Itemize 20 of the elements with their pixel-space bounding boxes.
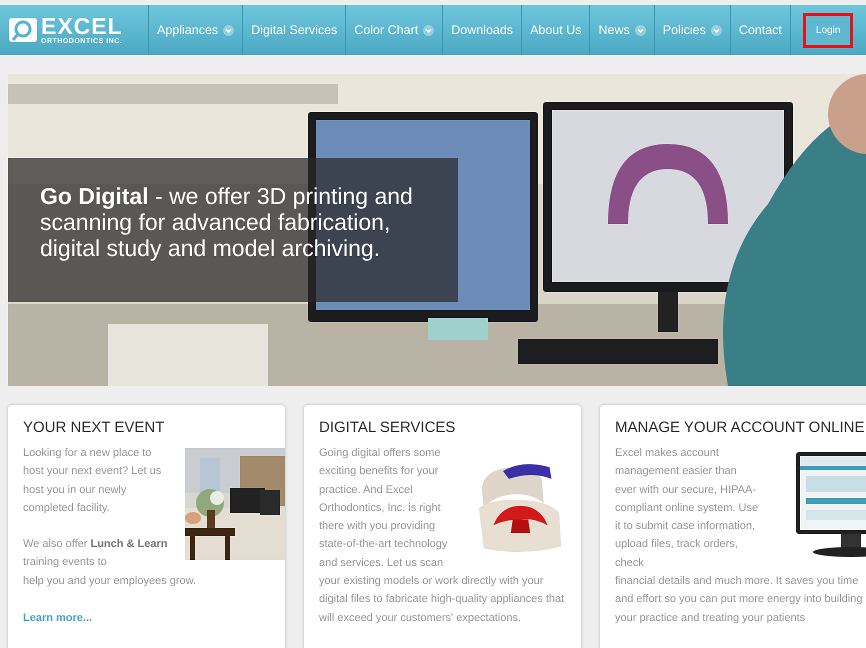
- nav-item[interactable]: Color Chart: [346, 5, 444, 55]
- card-title: YOUR NEXT EVENT: [23, 419, 166, 436]
- nav-item[interactable]: Policies: [654, 5, 731, 55]
- card-text: help you and your employees grow.: [23, 574, 198, 589]
- logo-name: EXCEL: [41, 15, 123, 38]
- nav-item[interactable]: Contact: [730, 5, 791, 55]
- card-text: financial details and much more. It saves you time and effort so you can put more energy into building your practice and treating your patients: [615, 574, 864, 626]
- nav-item[interactable]: About Us: [522, 5, 590, 55]
- nav-item[interactable]: News: [590, 5, 655, 55]
- card-text: your existing models or work directly with your digital files to fabricate high-quality appliances that will exceed your customers' expectations.: [319, 574, 566, 626]
- nav-item[interactable]: Digital Services: [243, 5, 346, 55]
- hero-caption: Go Digital - we offer 3D printing and scanning for advanced fabrication, digital study and model archiving.: [40, 184, 414, 262]
- card-text: Looking for a new place to host your next event? Let us host you in our newly completed facility.: [23, 446, 162, 516]
- magnifier-logo-icon: [8, 15, 38, 45]
- nav-item[interactable]: Appliances: [149, 5, 244, 55]
- nav-item[interactable]: Downloads: [443, 5, 522, 55]
- login-button[interactable]: Login: [802, 12, 854, 48]
- learn-more-link[interactable]: Learn more...: [23, 612, 92, 624]
- card-title: DIGITAL SERVICES: [319, 419, 456, 436]
- card-title: MANAGE YOUR ACCOUNT ONLINE: [615, 419, 866, 436]
